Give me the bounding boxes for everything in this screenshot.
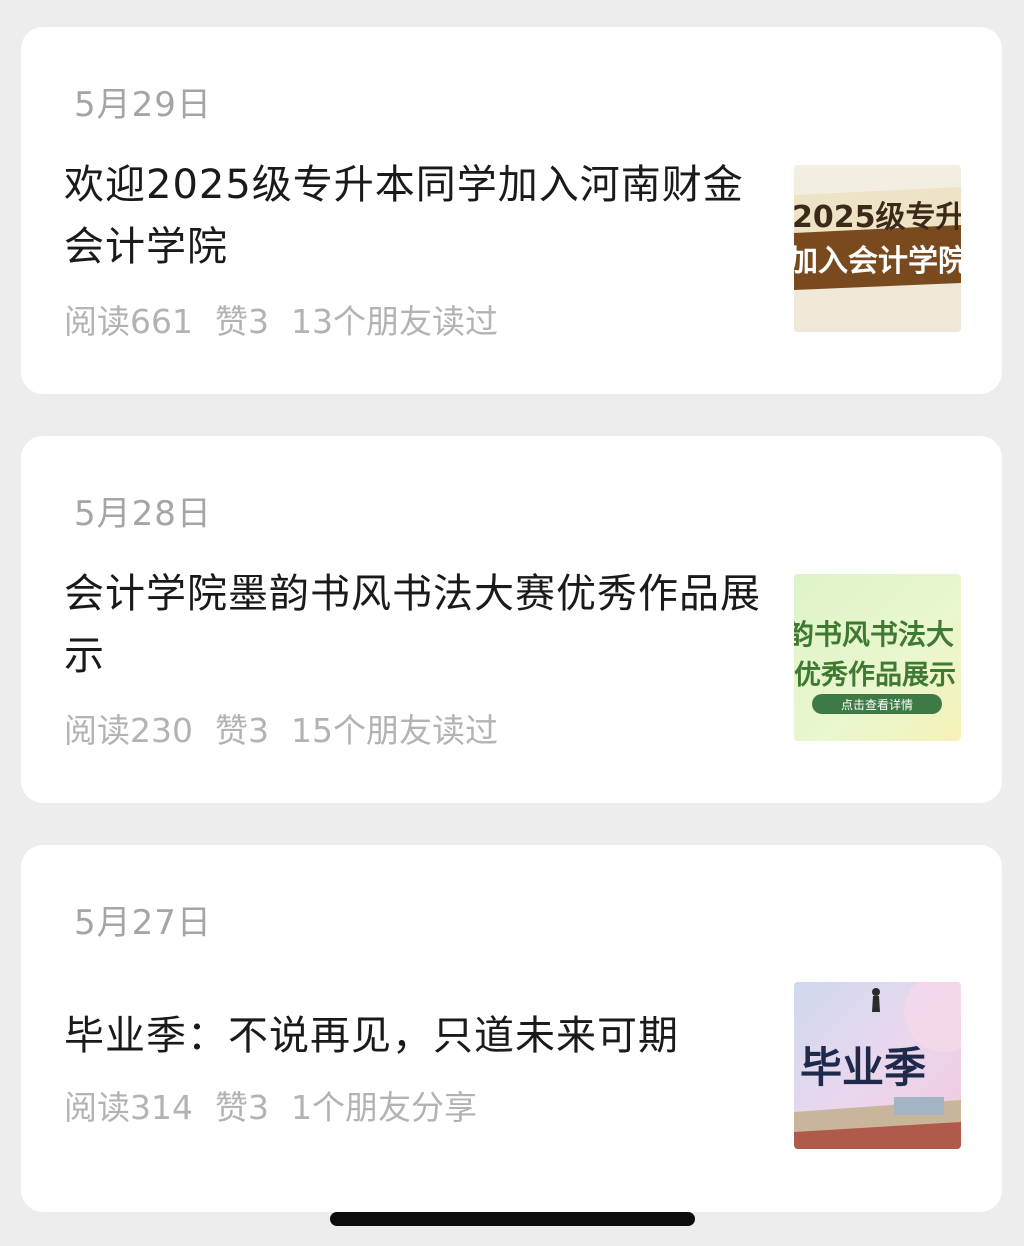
like-count: 赞3: [215, 1088, 269, 1127]
article-card[interactable]: 5月27日 毕业季：不说再见，只道未来可期 阅读314 赞3 1个朋友分享 毕业季: [21, 845, 1002, 1212]
thumbnail-image: 韵书风书法大 优秀作品展示 点击查看详情: [794, 574, 961, 741]
friends-read: 13个朋友读过: [291, 302, 498, 341]
article-card[interactable]: 5月29日 欢迎2025级专升本同学加入河南财金会计学院 阅读661 赞3 13个朋…: [21, 27, 1002, 394]
article-meta: 阅读661 赞3 13个朋友读过: [64, 295, 498, 343]
article-thumbnail[interactable]: 韵书风书法大 优秀作品展示 点击查看详情: [794, 574, 961, 741]
read-count: 阅读661: [64, 302, 193, 341]
article-meta: 阅读230 赞3 15个朋友读过: [64, 704, 498, 752]
like-count: 赞3: [215, 711, 269, 750]
article-title[interactable]: 欢迎2025级专升本同学加入河南财金会计学院: [64, 154, 764, 278]
home-indicator[interactable]: [330, 1212, 695, 1226]
thumb-text-2: 加入会计学院: [794, 244, 961, 279]
article-thumbnail[interactable]: 毕业季: [794, 982, 961, 1149]
article-meta: 阅读314 赞3 1个朋友分享: [64, 1081, 477, 1129]
thumb-button-text: 点击查看详情: [841, 697, 913, 712]
article-title[interactable]: 毕业季：不说再见，只道未来可期: [64, 1005, 764, 1067]
friends-shared: 1个朋友分享: [291, 1088, 477, 1127]
thumbnail-image: 2025级专升本 加入会计学院: [794, 165, 961, 332]
thumb-text-1: 2025级专升本: [794, 200, 961, 235]
article-date: 5月28日: [74, 494, 212, 534]
thumb-text-1: 毕业季: [800, 1043, 926, 1092]
article-thumbnail[interactable]: 2025级专升本 加入会计学院: [794, 165, 961, 332]
read-count: 阅读230: [64, 711, 193, 750]
thumbnail-image: 毕业季: [794, 982, 961, 1149]
article-card[interactable]: 5月28日 会计学院墨韵书风书法大赛优秀作品展示 阅读230 赞3 15个朋友读过 …: [21, 436, 1002, 803]
read-count: 阅读314: [64, 1088, 193, 1127]
friends-read: 15个朋友读过: [291, 711, 498, 750]
thumb-text-2: 优秀作品展示: [794, 660, 956, 691]
article-date: 5月29日: [74, 85, 212, 125]
thumb-text-1: 韵书风书法大: [794, 618, 954, 651]
article-title[interactable]: 会计学院墨韵书风书法大赛优秀作品展示: [64, 563, 764, 687]
article-date: 5月27日: [74, 903, 212, 943]
like-count: 赞3: [215, 302, 269, 341]
